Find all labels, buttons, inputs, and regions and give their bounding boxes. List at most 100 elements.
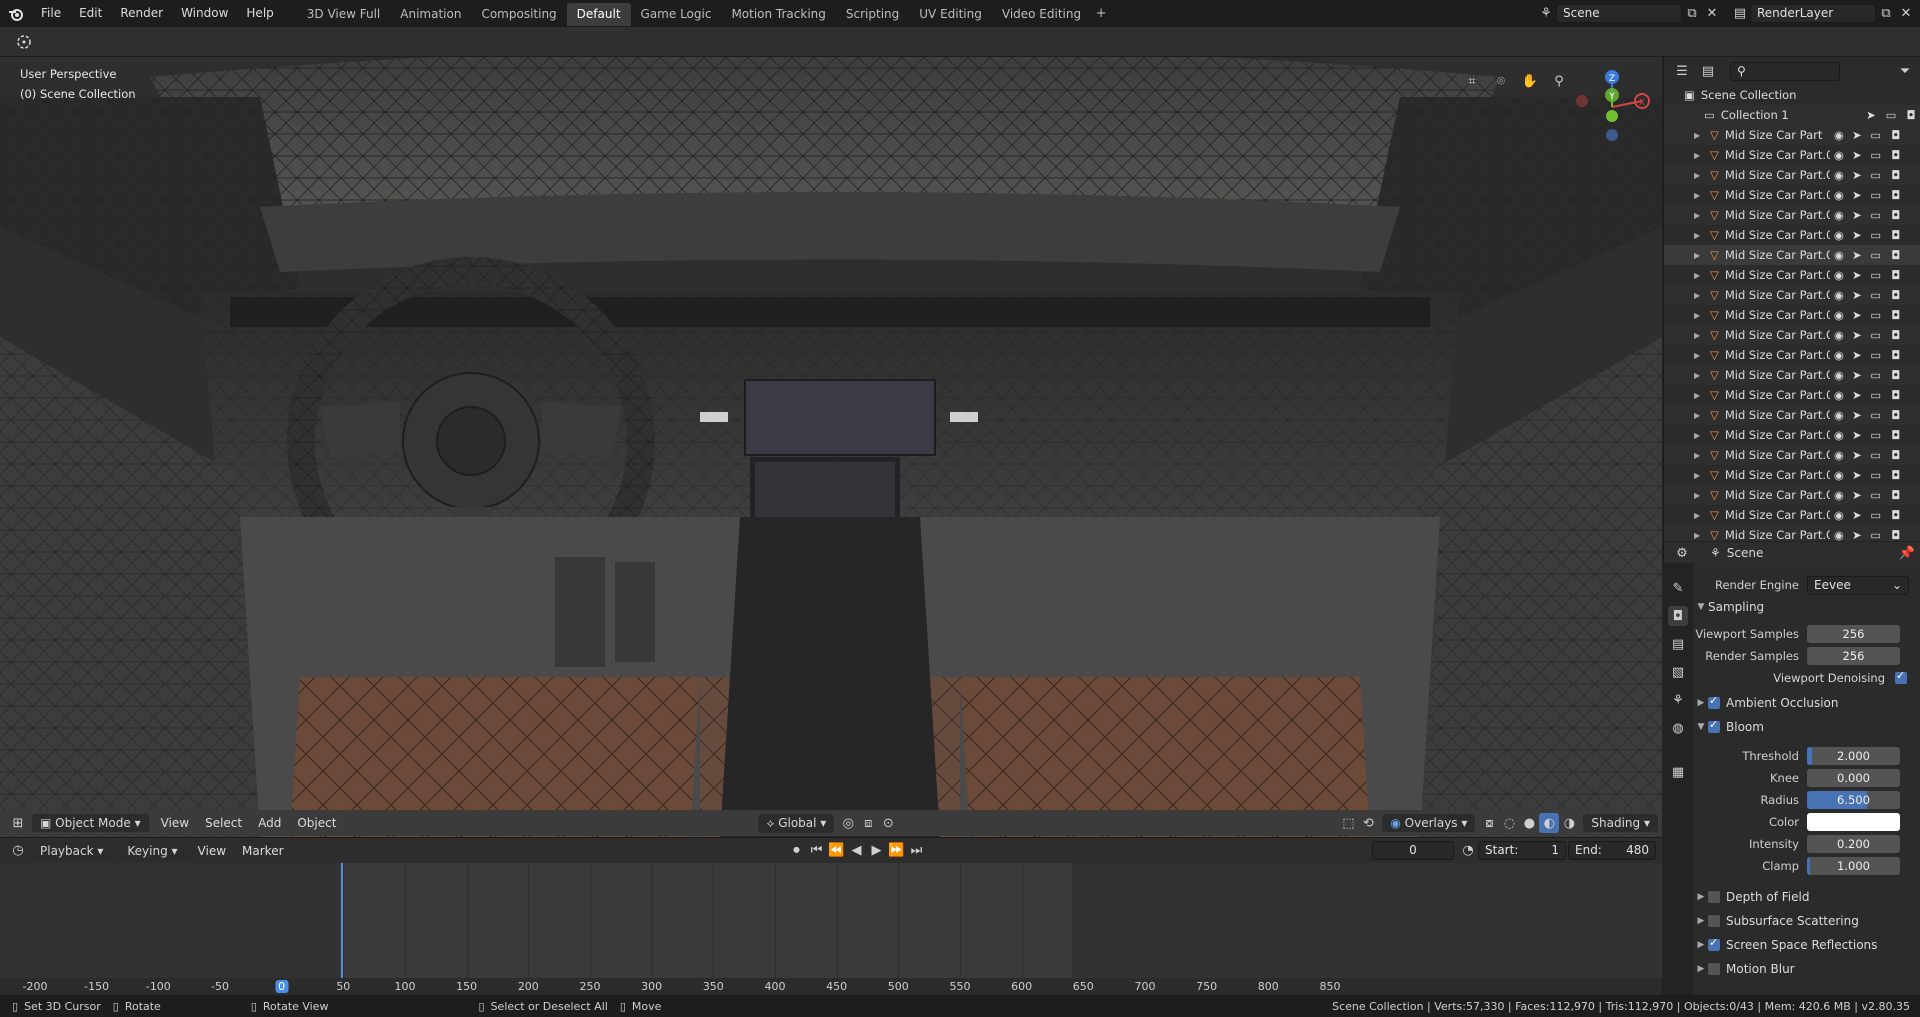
current-frame-field[interactable]: 0	[1372, 841, 1454, 860]
select-arrow-icon[interactable]: ➤	[1861, 108, 1881, 122]
camera-icon[interactable]: ◘	[1901, 108, 1920, 122]
view-object-types-icon[interactable]: ⬚	[1338, 813, 1358, 833]
camera-icon[interactable]: ◘	[1886, 288, 1906, 302]
record-icon[interactable]: ⏺	[787, 841, 807, 861]
timeline-menu-marker[interactable]: Marker	[234, 844, 291, 858]
outliner-panel[interactable]: ☰ ▤ ⚲ ⏷ ▣ Scene Collection ▭ Collection …	[1663, 57, 1920, 541]
outliner-item[interactable]: ▶ ▽ Mid Size Car Part.03 ◉ ➤ ▭ ◘	[1664, 465, 1920, 485]
proportional-edit-icon[interactable]: ⊙	[878, 813, 898, 833]
visibility-eye-icon[interactable]: ◉	[1830, 368, 1848, 382]
filter-icon[interactable]: ⏷	[1895, 61, 1915, 81]
expand-right-icon[interactable]: ▶	[1694, 311, 1706, 320]
tab-default[interactable]: Default	[566, 3, 631, 26]
select-arrow-icon[interactable]: ➤	[1848, 508, 1866, 522]
select-arrow-icon[interactable]: ➤	[1848, 288, 1866, 302]
monitor-icon[interactable]: ▭	[1866, 368, 1886, 382]
outliner-item[interactable]: ▶ ▽ Mid Size Car Part.03 ◉ ➤ ▭ ◘	[1664, 385, 1920, 405]
subpanel-checkbox[interactable]	[1708, 891, 1720, 903]
render-samples-field[interactable]: 256	[1807, 647, 1900, 665]
tab-game-logic[interactable]: Game Logic	[631, 3, 722, 26]
timeline-menu-view[interactable]: View	[190, 844, 234, 858]
copy-layer-icon[interactable]: ⧉	[1876, 4, 1896, 24]
outliner-item[interactable]: ▶ ▽ Mid Size Car Part.03 ◉ ➤ ▭ ◘	[1664, 405, 1920, 425]
camera-view-icon[interactable]: ⌾	[1491, 71, 1511, 91]
outliner-collection-1[interactable]: ▭ Collection 1 ➤ ▭ ◘	[1664, 105, 1920, 125]
jump-end-icon[interactable]: ⏭	[907, 841, 927, 861]
editor-type-icon[interactable]: ⊞	[8, 813, 28, 833]
tool-tab-icon[interactable]: ✎	[1668, 578, 1688, 598]
visibility-eye-icon[interactable]: ◉	[1830, 228, 1848, 242]
navigation-gizmo[interactable]: Z Y X	[1572, 67, 1652, 147]
viewport-samples-field[interactable]: 256	[1807, 625, 1900, 643]
monitor-icon[interactable]: ▭	[1866, 188, 1886, 202]
select-arrow-icon[interactable]: ➤	[1848, 428, 1866, 442]
add-workspace-icon[interactable]: +	[1091, 4, 1111, 24]
jump-start-icon[interactable]: ⏮	[807, 841, 827, 861]
timeline-editor-icon[interactable]: ◷	[8, 841, 28, 861]
monitor-icon[interactable]: ▭	[1866, 228, 1886, 242]
shading-dropdown[interactable]: Shading ▾	[1583, 814, 1658, 832]
playhead-line[interactable]	[341, 863, 343, 995]
visibility-eye-icon[interactable]: ◉	[1830, 408, 1848, 422]
select-arrow-icon[interactable]: ➤	[1848, 188, 1866, 202]
monitor-icon[interactable]: ▭	[1866, 428, 1886, 442]
playback-dropdown[interactable]: Playback ▾	[32, 841, 112, 860]
outliner-item[interactable]: ▶ ▽ Mid Size Car Part.01 ◉ ➤ ▭ ◘	[1664, 245, 1920, 265]
subpanel-header[interactable]: ▶ Subsurface Scattering	[1694, 910, 1920, 932]
visibility-eye-icon[interactable]: ◉	[1830, 248, 1848, 262]
monitor-icon[interactable]: ▭	[1866, 248, 1886, 262]
camera-icon[interactable]: ◘	[1886, 448, 1906, 462]
monitor-icon[interactable]: ▭	[1866, 208, 1886, 222]
xray-icon[interactable]: ⧇	[1479, 813, 1499, 833]
visibility-eye-icon[interactable]: ◉	[1830, 328, 1848, 342]
monitor-icon[interactable]: ▭	[1866, 488, 1886, 502]
outliner-search-input[interactable]: ⚲	[1730, 61, 1840, 81]
subpanel-checkbox[interactable]	[1708, 915, 1720, 927]
visibility-eye-icon[interactable]: ◉	[1830, 488, 1848, 502]
outliner-item[interactable]: ▶ ▽ Mid Size Car Part.01 ◉ ➤ ▭ ◘	[1664, 285, 1920, 305]
monitor-icon[interactable]: ▭	[1866, 468, 1886, 482]
play-icon[interactable]: ▶	[867, 841, 887, 861]
select-arrow-icon[interactable]: ➤	[1848, 408, 1866, 422]
camera-icon[interactable]: ◘	[1886, 128, 1906, 142]
monitor-icon[interactable]: ▭	[1866, 508, 1886, 522]
expand-right-icon[interactable]: ▶	[1694, 171, 1706, 180]
tab-motion-tracking[interactable]: Motion Tracking	[721, 3, 835, 26]
snap-icon[interactable]: ⧈	[858, 813, 878, 833]
zoom-icon[interactable]: ⚲	[1549, 71, 1569, 91]
prev-keyframe-icon[interactable]: ⏪	[827, 841, 847, 861]
bloom-panel-header[interactable]: ▼ Bloom	[1694, 716, 1920, 738]
tab-compositing[interactable]: Compositing	[471, 3, 566, 26]
select-arrow-icon[interactable]: ➤	[1848, 148, 1866, 162]
outliner-item[interactable]: ▶ ▽ Mid Size Car Part.01 ◉ ➤ ▭ ◘	[1664, 225, 1920, 245]
outliner-item[interactable]: ▶ ▽ Mid Size Car Part.02 ◉ ➤ ▭ ◘	[1664, 365, 1920, 385]
renderlayer-icon[interactable]: ▤	[1730, 4, 1750, 24]
menu-render[interactable]: Render	[111, 0, 172, 27]
monitor-icon[interactable]: ▭	[1866, 528, 1886, 541]
expand-right-icon[interactable]: ▶	[1694, 251, 1706, 260]
world-tab-icon[interactable]: ◍	[1668, 718, 1688, 738]
camera-icon[interactable]: ◘	[1886, 228, 1906, 242]
close-scene-icon[interactable]: ✕	[1702, 4, 1722, 24]
viewport-menu-view[interactable]: View	[153, 816, 197, 830]
camera-icon[interactable]: ◘	[1886, 348, 1906, 362]
select-arrow-icon[interactable]: ➤	[1848, 448, 1866, 462]
visibility-eye-icon[interactable]: ◉	[1830, 468, 1848, 482]
bloom-clamp-field[interactable]: 1.000	[1807, 857, 1900, 875]
expand-right-icon[interactable]: ▶	[1694, 291, 1706, 300]
properties-editor-icon[interactable]: ⚙	[1672, 543, 1692, 563]
visibility-eye-icon[interactable]: ◉	[1830, 528, 1848, 541]
sampling-panel-header[interactable]: ▼ Sampling	[1694, 596, 1920, 618]
pin-icon[interactable]: 📌	[1897, 543, 1917, 563]
outliner-item[interactable]: ▶ ▽ Mid Size Car Part.03 ◉ ➤ ▭ ◘	[1664, 425, 1920, 445]
timeline-ruler[interactable]: -200 -150 -100 -50 0 50 100 150 200 250 300 350 400 4…	[0, 978, 1662, 995]
outliner-item[interactable]: ▶ ▽ Mid Size Car Part ◉ ➤ ▭ ◘	[1664, 125, 1920, 145]
tab-uv-editing[interactable]: UV Editing	[909, 3, 992, 26]
expand-right-icon[interactable]: ▶	[1694, 451, 1706, 460]
end-frame-field[interactable]: End: 480	[1568, 841, 1656, 860]
outliner-item[interactable]: ▶ ▽ Mid Size Car Part.02 ◉ ➤ ▭ ◘	[1664, 325, 1920, 345]
expand-right-icon[interactable]: ▶	[1694, 511, 1706, 520]
copy-scene-icon[interactable]: ⧉	[1682, 4, 1702, 24]
camera-icon[interactable]: ◘	[1886, 188, 1906, 202]
expand-right-icon[interactable]: ▶	[1694, 371, 1706, 380]
